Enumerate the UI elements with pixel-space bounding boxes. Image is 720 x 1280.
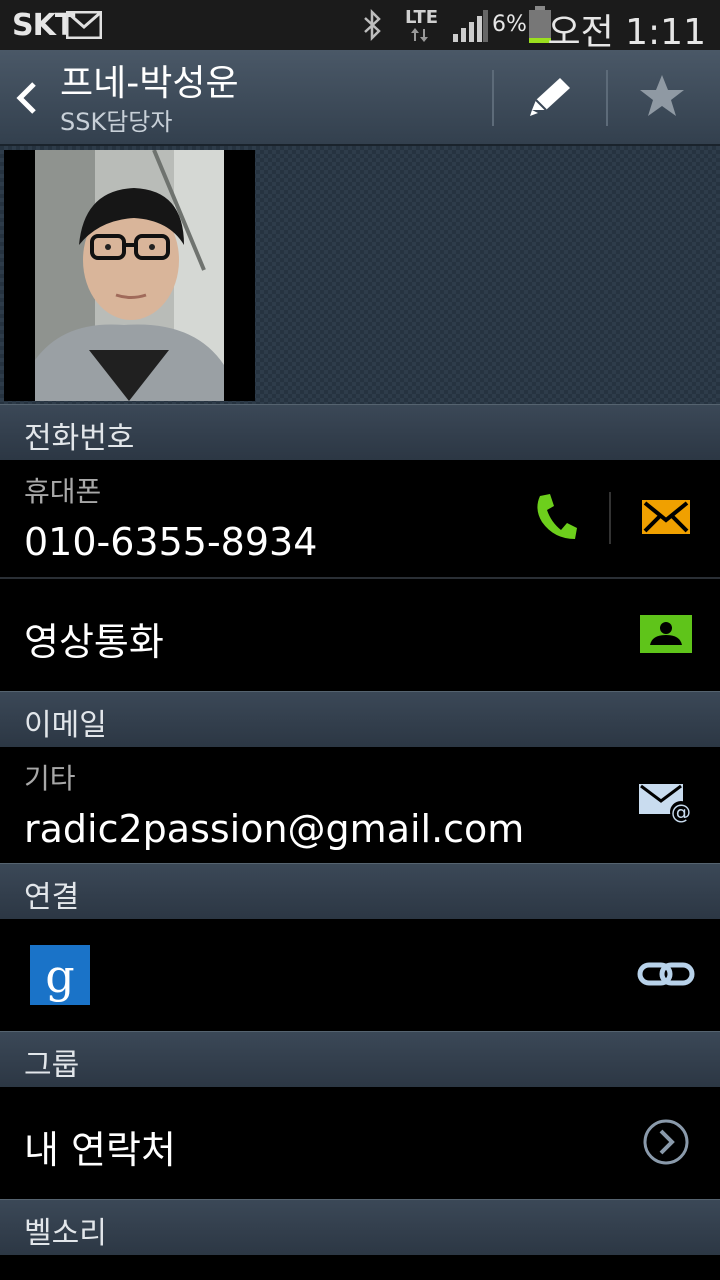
phone-row[interactable]: 휴대폰 010-6355-8934	[0, 460, 720, 576]
video-call-icon	[640, 615, 692, 657]
back-icon[interactable]	[16, 80, 38, 120]
email-type-label: 기타	[24, 762, 76, 795]
section-header-group: 그룹	[0, 1031, 720, 1087]
email-address: radic2passion@gmail.com	[24, 807, 525, 851]
section-header-email: 이메일	[0, 691, 720, 747]
clock: 오전 1:11	[547, 12, 706, 53]
section-header-ringtone: 벨소리	[0, 1199, 720, 1255]
contact-photo[interactable]	[4, 150, 255, 401]
section-title: 전화번호	[24, 421, 135, 456]
link-icon	[637, 959, 695, 993]
section-title: 이메일	[24, 708, 107, 743]
video-call-button[interactable]	[630, 605, 702, 667]
email-icon: @	[639, 784, 693, 828]
contact-subtitle: SSK담당자	[60, 108, 173, 136]
svg-text:@: @	[671, 800, 691, 824]
contact-name: 프네-박성운	[60, 63, 239, 104]
photo-area	[0, 146, 720, 404]
header-divider	[606, 70, 608, 126]
carrier-name: SKT	[12, 8, 75, 43]
email-row[interactable]: 기타 radic2passion@gmail.com @	[0, 747, 720, 863]
favorite-button[interactable]	[620, 68, 704, 128]
call-button[interactable]	[520, 488, 592, 550]
status-bar: SKT LTE 6% 오전 1:11	[0, 0, 720, 53]
message-icon	[642, 500, 690, 538]
group-value: 내 연락처	[24, 1128, 176, 1172]
section-header-phone: 전화번호	[0, 404, 720, 460]
data-arrows-icon	[410, 27, 430, 46]
mail-icon	[65, 10, 103, 43]
section-title: 그룹	[24, 1048, 80, 1083]
video-call-row[interactable]: 영상통화	[0, 579, 720, 691]
contact-header: 프네-박성운 SSK담당자	[0, 50, 720, 146]
group-row[interactable]: 내 연락처	[0, 1087, 720, 1199]
phone-type-label: 휴대폰	[24, 475, 102, 508]
section-title: 벨소리	[24, 1216, 107, 1251]
phone-number: 010-6355-8934	[24, 520, 318, 564]
call-icon	[534, 492, 578, 546]
video-call-label: 영상통화	[24, 620, 164, 664]
google-icon[interactable]: g	[30, 945, 90, 1009]
signal-icon	[452, 10, 488, 46]
header-divider	[492, 70, 494, 126]
bluetooth-icon	[362, 8, 384, 45]
star-icon	[638, 73, 686, 123]
row-divider	[609, 492, 611, 544]
send-email-button[interactable]: @	[630, 775, 702, 837]
svg-text:g: g	[45, 949, 74, 1003]
group-detail-button[interactable]	[630, 1113, 702, 1175]
link-button[interactable]	[630, 945, 702, 1007]
battery-percent: 6%	[492, 12, 527, 37]
network-type: LTE	[405, 7, 439, 28]
chevron-right-icon	[642, 1118, 690, 1170]
message-button[interactable]	[630, 488, 702, 550]
section-header-connection: 연결	[0, 863, 720, 919]
edit-button[interactable]	[508, 68, 592, 128]
edit-icon	[526, 74, 574, 122]
connection-row[interactable]: g	[0, 919, 720, 1031]
section-title: 연결	[24, 880, 80, 915]
